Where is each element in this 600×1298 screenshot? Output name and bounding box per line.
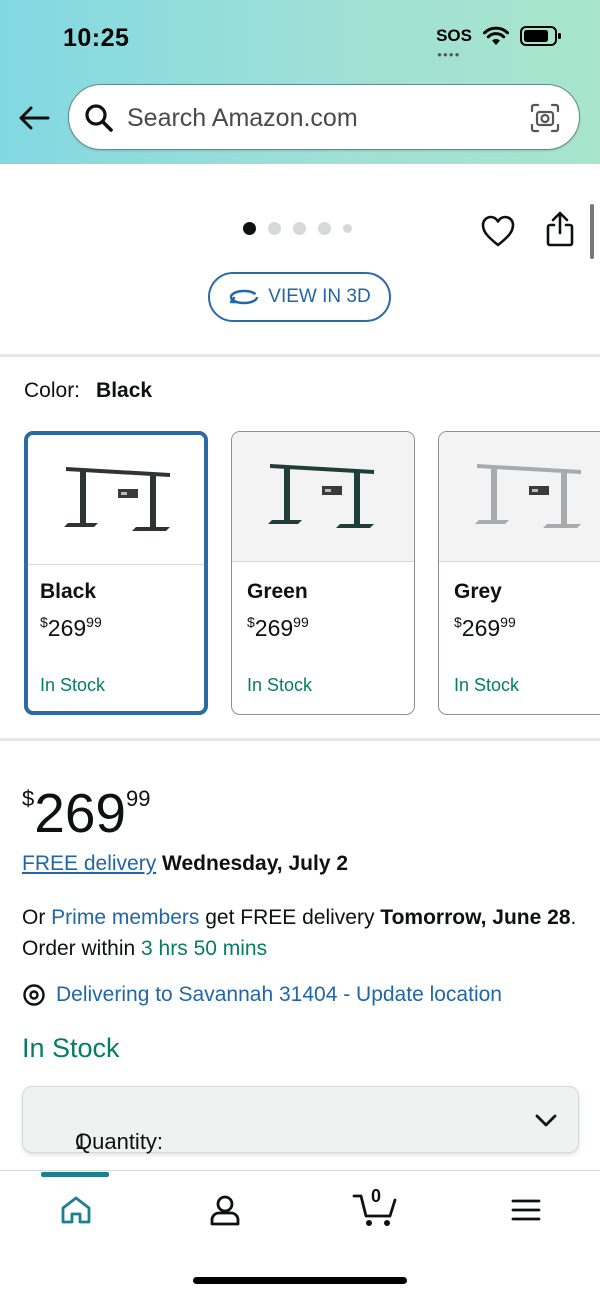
search-icon bbox=[85, 104, 113, 132]
share-icon[interactable] bbox=[543, 210, 577, 248]
cart-count: 0 bbox=[371, 1186, 382, 1206]
desk-frame-black-image bbox=[64, 467, 170, 531]
color-option-black[interactable]: Black $26999 In Stock bbox=[24, 431, 208, 715]
pagination-dot-3[interactable] bbox=[293, 222, 306, 235]
pagination-dot-4[interactable] bbox=[318, 222, 331, 235]
view-in-3d-label: VIEW IN 3D bbox=[268, 286, 371, 307]
status-time: 10:25 bbox=[63, 24, 130, 52]
color-label: Color: bbox=[24, 379, 81, 402]
wifi-icon bbox=[483, 26, 509, 45]
account-icon[interactable] bbox=[205, 1190, 245, 1230]
selected-color-value: Black bbox=[96, 379, 153, 402]
color-option-price: $26999 bbox=[247, 614, 309, 641]
delivery-location-link[interactable]: Delivering to Savannah 31404 - Update lo… bbox=[22, 983, 502, 1007]
price-whole: 269 bbox=[34, 782, 127, 844]
search-input[interactable]: Search Amazon.com bbox=[68, 84, 580, 150]
view-in-3d-button[interactable]: VIEW IN 3D bbox=[208, 272, 391, 322]
back-arrow-icon[interactable] bbox=[14, 100, 54, 136]
prime-delivery-date: Tomorrow, June 28 bbox=[380, 906, 571, 929]
image-pagination-dots[interactable] bbox=[243, 222, 352, 235]
sos-label: SOS bbox=[436, 26, 472, 45]
color-option-stock: In Stock bbox=[454, 675, 520, 695]
status-icons: SOS ●●●● bbox=[436, 26, 562, 59]
quantity-dropdown[interactable]: Quantity: 1 bbox=[22, 1086, 579, 1154]
prime-prefix: Or bbox=[22, 906, 46, 929]
active-tab-indicator bbox=[41, 1172, 109, 1177]
signal-dots: ●●●● bbox=[437, 50, 461, 59]
color-option-stock: In Stock bbox=[40, 675, 106, 695]
color-option-name: Black bbox=[40, 580, 97, 603]
home-indicator-bar[interactable] bbox=[193, 1277, 407, 1284]
color-option-grey[interactable]: Grey $26999 In Stock bbox=[438, 431, 600, 715]
free-delivery-link[interactable]: FREE delivery bbox=[22, 852, 156, 875]
scrollbar[interactable] bbox=[590, 204, 594, 259]
swatch-image bbox=[232, 432, 414, 562]
color-option-green[interactable]: Green $26999 In Stock bbox=[231, 431, 415, 715]
color-selection-label: Color: Black bbox=[24, 379, 152, 403]
battery-icon bbox=[520, 26, 561, 46]
divider bbox=[0, 738, 600, 741]
desk-frame-grey-image bbox=[475, 464, 581, 528]
prime-delivery-text: Or Prime members get FREE delivery Tomor… bbox=[22, 902, 582, 964]
home-icon[interactable] bbox=[56, 1190, 96, 1230]
pagination-dot-1[interactable] bbox=[243, 222, 256, 235]
color-option-name: Green bbox=[247, 580, 308, 603]
rotate-3d-icon bbox=[230, 289, 259, 305]
pagination-dot-5[interactable] bbox=[343, 224, 352, 233]
swatch-image bbox=[439, 432, 600, 562]
color-option-stock: In Stock bbox=[247, 675, 313, 695]
menu-icon[interactable] bbox=[506, 1190, 546, 1230]
price-currency: $ bbox=[22, 786, 35, 811]
cart-button[interactable]: 0 bbox=[352, 1186, 400, 1230]
color-option-price: $26999 bbox=[454, 614, 516, 641]
order-within-time: 3 hrs 50 mins bbox=[141, 937, 268, 960]
pagination-dot-2[interactable] bbox=[268, 222, 281, 235]
product-price: $26999 bbox=[22, 770, 151, 842]
search-placeholder: Search Amazon.com bbox=[127, 104, 358, 132]
prime-middle-text: get FREE delivery bbox=[205, 906, 375, 929]
swatch-image bbox=[28, 435, 204, 565]
free-delivery-date: Wednesday, July 2 bbox=[162, 852, 349, 875]
top-header: 10:25 SOS ●●●● Search Amazon.com bbox=[0, 0, 600, 164]
color-option-price: $26999 bbox=[40, 614, 102, 641]
chevron-down-icon bbox=[535, 1114, 557, 1127]
camera-search-icon[interactable] bbox=[529, 102, 561, 134]
free-delivery-line: FREE delivery Wednesday, July 2 bbox=[22, 852, 348, 876]
sos-indicator: SOS ●●●● bbox=[436, 26, 472, 59]
desk-frame-green-image bbox=[268, 464, 374, 528]
location-pin-icon bbox=[23, 984, 45, 1006]
divider bbox=[0, 354, 600, 357]
color-option-name: Grey bbox=[454, 580, 502, 603]
prime-members-link[interactable]: Prime members bbox=[51, 906, 199, 929]
delivery-location-text: Delivering to Savannah 31404 - Update lo… bbox=[56, 983, 502, 1006]
heart-icon[interactable] bbox=[480, 214, 516, 248]
availability-status: In Stock bbox=[22, 1033, 120, 1063]
price-cents: 99 bbox=[126, 786, 151, 811]
